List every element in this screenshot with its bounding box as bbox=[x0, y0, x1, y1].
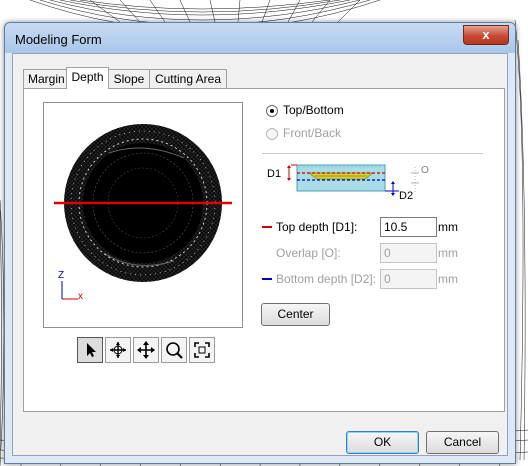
overlap-input[interactable] bbox=[380, 243, 437, 263]
top-depth-color-marker bbox=[262, 226, 272, 228]
close-button[interactable]: x bbox=[463, 25, 509, 45]
rotate-icon bbox=[110, 342, 126, 358]
overlap-unit: mm bbox=[438, 246, 458, 260]
z-axis-label: Z bbox=[58, 270, 64, 281]
x-axis-label: x bbox=[78, 291, 83, 302]
bottom-depth-unit: mm bbox=[438, 272, 458, 286]
radio-top-bottom-indicator[interactable] bbox=[266, 105, 278, 117]
bottom-depth-color-marker bbox=[262, 278, 272, 280]
dialog-title: Modeling Form bbox=[15, 32, 102, 47]
fit-view-icon bbox=[194, 342, 210, 358]
radio-front-back-indicator[interactable] bbox=[266, 128, 278, 140]
radio-front-back[interactable]: Front/Back bbox=[266, 126, 386, 142]
diagram-o-label: O bbox=[421, 165, 429, 176]
tab-cutting-area[interactable]: Cutting Area bbox=[149, 69, 227, 88]
bottom-depth-row: Bottom depth [D2]: mm bbox=[262, 269, 482, 289]
radio-front-back-label: Front/Back bbox=[283, 126, 342, 140]
pan-tool-button[interactable] bbox=[133, 337, 159, 363]
ok-button[interactable]: OK bbox=[346, 431, 419, 454]
top-depth-unit: mm bbox=[438, 220, 458, 234]
overlap-row: Overlap [O]: mm bbox=[262, 243, 482, 263]
fit-view-tool-button[interactable] bbox=[189, 337, 215, 363]
zoom-icon bbox=[166, 342, 183, 359]
select-tool-button[interactable] bbox=[77, 337, 103, 363]
tab-depth[interactable]: Depth bbox=[66, 67, 109, 89]
bottom-depth-label: Bottom depth [D2]: bbox=[276, 272, 377, 286]
wireframe-model: Z x bbox=[54, 124, 232, 302]
overlap-label: Overlap [O]: bbox=[276, 246, 341, 260]
diagram-d1-label: D1 bbox=[267, 168, 281, 180]
top-depth-label: Top depth [D1]: bbox=[276, 220, 358, 234]
center-button[interactable]: Center bbox=[261, 303, 330, 326]
select-arrow-icon bbox=[87, 343, 96, 357]
zoom-tool-button[interactable] bbox=[161, 337, 187, 363]
dialog-client-area: Margin Depth Slope Cutting Area Z x Top/… bbox=[12, 53, 508, 456]
diagram-d2-label: D2 bbox=[399, 190, 413, 202]
top-depth-row: Top depth [D1]: mm bbox=[262, 217, 482, 237]
tab-slope[interactable]: Slope bbox=[106, 69, 152, 88]
pan-icon bbox=[137, 341, 155, 359]
radio-top-bottom-label: Top/Bottom bbox=[283, 103, 344, 117]
radio-top-bottom[interactable]: Top/Bottom bbox=[266, 103, 386, 119]
model-preview-viewport[interactable]: Z x bbox=[43, 102, 243, 328]
rotate-tool-button[interactable] bbox=[105, 337, 131, 363]
top-depth-input[interactable] bbox=[380, 217, 437, 237]
tab-margin[interactable]: Margin bbox=[23, 69, 69, 88]
depth-tab-panel: Z x Top/Bottom Front/Back D1 D2 O Top de… bbox=[23, 88, 505, 412]
separator bbox=[262, 153, 483, 154]
modeling-form-dialog: Modeling Form x Margin Depth Slope Cutti… bbox=[4, 22, 516, 464]
close-icon: x bbox=[482, 27, 490, 42]
bottom-depth-input[interactable] bbox=[380, 269, 437, 289]
title-bar[interactable]: Modeling Form x bbox=[5, 23, 515, 53]
depth-diagram: D1 D2 O bbox=[267, 164, 429, 202]
cancel-button[interactable]: Cancel bbox=[426, 431, 499, 454]
